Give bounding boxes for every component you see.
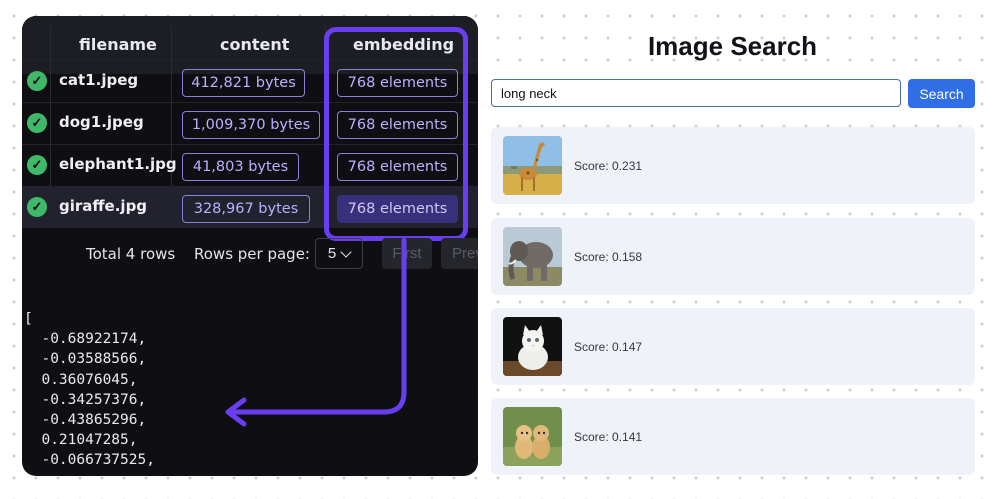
vector-open-bracket: [ (24, 311, 33, 327)
search-result-item[interactable]: Score: 0.141 (491, 398, 975, 475)
check-circle-icon: ✓ (27, 197, 47, 217)
embedding-vector-output: [ -0.68922174, -0.03588566, 0.36076045, … (24, 309, 224, 471)
first-page-button[interactable]: First (382, 238, 432, 269)
filename-cell: giraffe.jpg (59, 197, 148, 215)
search-button[interactable]: Search (908, 79, 975, 108)
filename-cell: dog1.jpeg (59, 113, 144, 131)
search-result-item[interactable]: Score: 0.231 (491, 127, 975, 204)
result-score: Score: 0.147 (574, 340, 643, 354)
search-input[interactable] (491, 79, 901, 107)
dogs-thumbnail (503, 407, 562, 466)
column-header-filename[interactable]: filename (79, 35, 157, 54)
column-header-content[interactable]: content (220, 35, 289, 54)
vector-value: -0.34257376, (41, 391, 147, 408)
data-table-panel: filename content embedding ✓ cat1.jpeg 4… (22, 16, 478, 476)
chevron-down-icon (340, 245, 352, 258)
content-bytes-pill[interactable]: 41,803 bytes (182, 153, 299, 181)
vector-value: 0.21047285, (41, 432, 138, 449)
embedding-column-highlight (324, 27, 468, 241)
vector-value: -0.066737525, (41, 452, 155, 469)
prev-page-button[interactable]: Prev (441, 238, 478, 269)
result-score: Score: 0.158 (574, 250, 643, 264)
total-rows-label: Total 4 rows (86, 245, 176, 263)
check-circle-icon: ✓ (27, 71, 47, 91)
check-circle-icon: ✓ (27, 113, 47, 133)
search-result-item[interactable]: Score: 0.147 (491, 308, 975, 385)
vector-value: 0.36076045, (41, 371, 138, 388)
rows-per-page-label: Rows per page: (194, 245, 310, 263)
result-score: Score: 0.141 (574, 430, 643, 444)
filename-cell: cat1.jpeg (59, 71, 139, 89)
vector-value: -0.03588566, (41, 351, 147, 368)
result-score: Score: 0.231 (574, 159, 643, 173)
vector-value: -0.68922174, (41, 331, 147, 348)
content-bytes-pill[interactable]: 328,967 bytes (182, 195, 310, 223)
cat-thumbnail (503, 317, 562, 376)
check-circle-icon: ✓ (27, 155, 47, 175)
content-bytes-pill[interactable]: 1,009,370 bytes (182, 111, 320, 139)
filename-cell: elephant1.jpg (59, 155, 177, 173)
giraffe-thumbnail (503, 136, 562, 195)
page-title: Image Search (647, 31, 818, 61)
elephant-thumbnail (503, 227, 562, 286)
rows-per-page-value: 5 (327, 245, 337, 262)
search-result-item[interactable]: Score: 0.158 (491, 218, 975, 295)
vector-value: -0.43865296, (41, 412, 147, 429)
rows-per-page-select[interactable]: 5 (315, 238, 363, 269)
content-bytes-pill[interactable]: 412,821 bytes (182, 69, 305, 97)
